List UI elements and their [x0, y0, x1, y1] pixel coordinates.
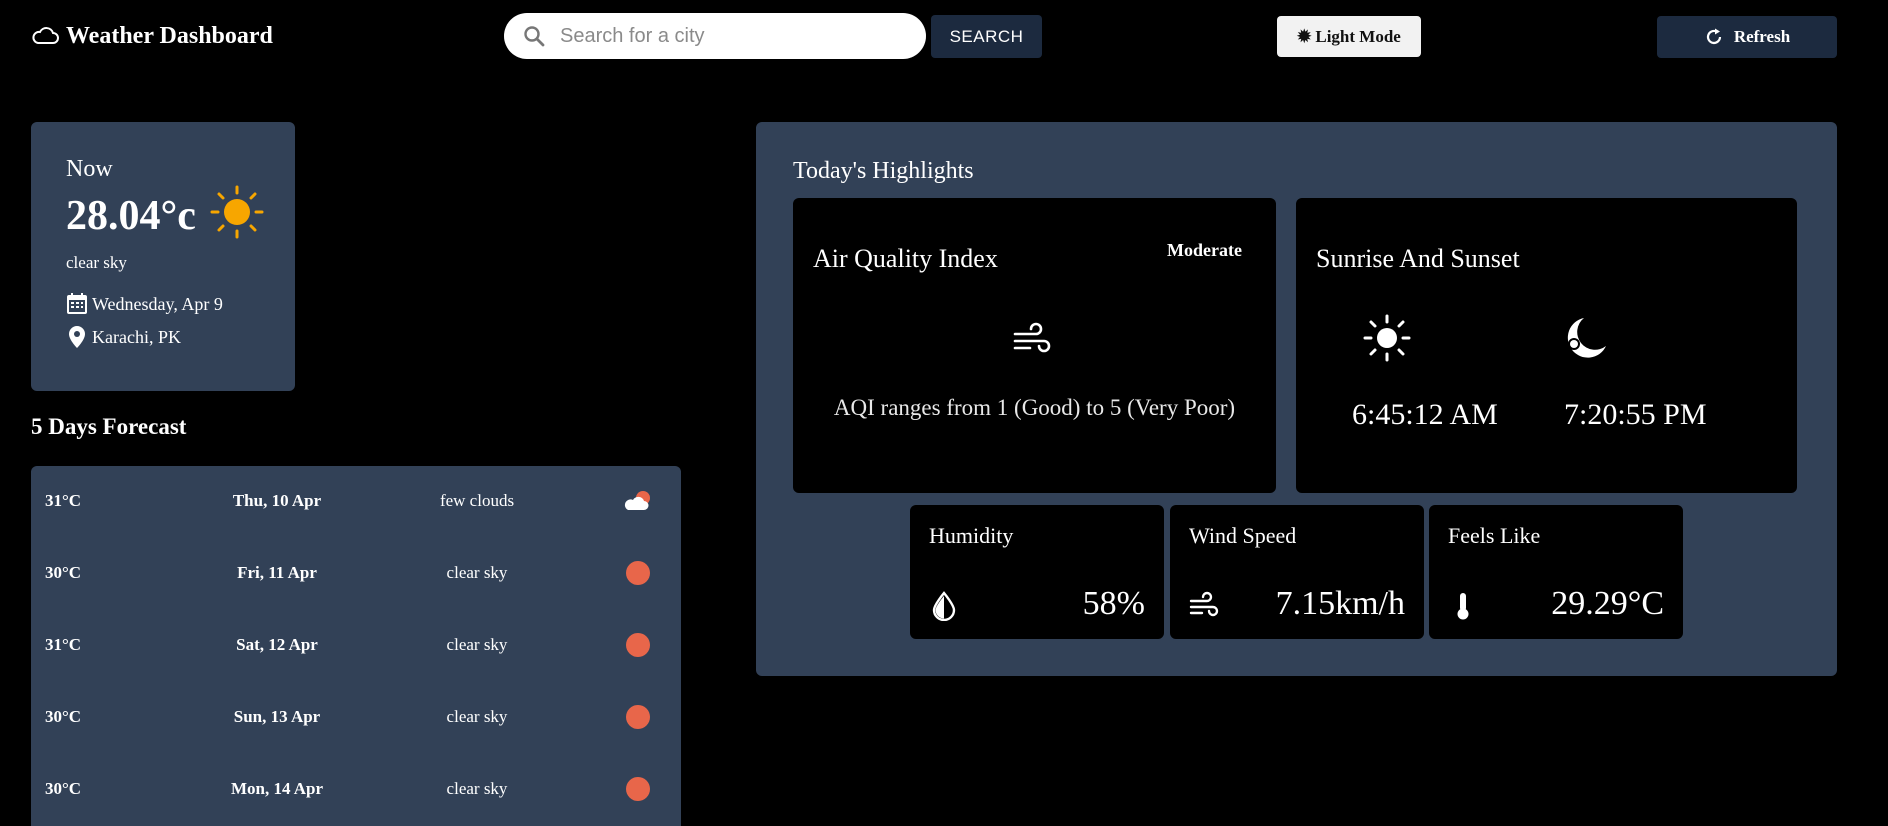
refresh-button[interactable]: Refresh: [1657, 16, 1837, 58]
current-location: Karachi, PK: [92, 326, 181, 347]
light-mode-button[interactable]: ✹ Light Mode: [1277, 16, 1421, 57]
wind-speed-card: Wind Speed 7.15km/h: [1170, 505, 1424, 639]
app-title: Weather Dashboard: [66, 22, 273, 49]
search-icon: [524, 26, 545, 47]
sunrise-time: 6:45:12 AM: [1352, 398, 1498, 431]
forecast-date: Mon, 14 Apr: [230, 779, 324, 798]
app-brand: Weather Dashboard: [30, 18, 273, 54]
refresh-icon: [1706, 28, 1721, 45]
humidity-card: Humidity 58%: [910, 505, 1164, 639]
feels-like-card: Feels Like 29.29°C: [1429, 505, 1683, 639]
forecast-temp: 31°C: [45, 491, 82, 510]
cloud-icon: [32, 27, 59, 44]
current-temperature: 28.04°c: [66, 193, 196, 239]
wind-speed-value: 7.15km/h: [1275, 585, 1405, 622]
forecast-temp: 30°C: [45, 707, 82, 726]
forecast-date: Sat, 12 Apr: [236, 635, 318, 654]
humidity-value: 58%: [1082, 585, 1145, 622]
clear-sky-icon: [626, 633, 650, 657]
current-date: Wednesday, Apr 9: [92, 293, 223, 314]
light-mode-label: Light Mode: [1315, 26, 1401, 46]
forecast-condition: clear sky: [446, 635, 508, 654]
search-input[interactable]: [558, 23, 892, 49]
aqi-badge: Moderate: [1167, 240, 1242, 260]
forecast-row: 30°C Fri, 11 Apr clear sky: [31, 553, 681, 593]
aqi-card: Air Quality Index Moderate AQI ranges fr…: [793, 198, 1276, 493]
search-box[interactable]: [504, 13, 926, 59]
feels-like-label: Feels Like: [1448, 523, 1541, 548]
current-date-row: Wednesday, Apr 9: [66, 292, 223, 316]
forecast-temp: 30°C: [45, 779, 82, 798]
forecast-temp: 31°C: [45, 635, 82, 654]
clear-sky-icon: [626, 561, 650, 585]
forecast-date: Fri, 11 Apr: [237, 563, 317, 582]
few-clouds-icon: [624, 491, 650, 510]
humidity-icon: [932, 591, 956, 621]
wind-icon: [1013, 322, 1051, 353]
aqi-description: AQI ranges from 1 (Good) to 5 (Very Poor…: [833, 395, 1236, 420]
highlights-panel: Today's Highlights Air Quality Index Mod…: [756, 122, 1837, 676]
forecast-row: 31°C Thu, 10 Apr few clouds: [31, 481, 681, 521]
current-location-row: Karachi, PK: [66, 325, 181, 349]
sun-icon: [210, 185, 264, 239]
forecast-date: Sun, 13 Apr: [233, 707, 321, 726]
aqi-title: Air Quality Index: [813, 244, 998, 273]
forecast-temp: 30°C: [45, 563, 82, 582]
forecast-list: 31°C Thu, 10 Apr few clouds 30°C Fri, 11…: [31, 466, 681, 826]
forecast-condition: clear sky: [446, 563, 508, 582]
wind-speed-label: Wind Speed: [1189, 523, 1297, 548]
clear-sky-icon: [626, 705, 650, 729]
forecast-row: 30°C Sun, 13 Apr clear sky: [31, 697, 681, 737]
sunrise-icon: [1363, 314, 1411, 362]
forecast-condition: few clouds: [439, 491, 515, 510]
sunrise-sunset-card: Sunrise And Sunset 6:45:12 AM 7:20:55 PM: [1296, 198, 1797, 493]
feels-like-value: 29.29°C: [1551, 585, 1664, 622]
sunset-time: 7:20:55 PM: [1564, 398, 1707, 431]
humidity-label: Humidity: [929, 523, 1014, 548]
refresh-label: Refresh: [1733, 27, 1791, 46]
forecast-condition: clear sky: [446, 779, 508, 798]
forecast-row: 31°C Sat, 12 Apr clear sky: [31, 625, 681, 665]
calendar-icon: [67, 293, 87, 314]
forecast-date: Thu, 10 Apr: [232, 491, 322, 510]
clear-sky-icon: [626, 777, 650, 801]
forecast-condition: clear sky: [446, 707, 508, 726]
thermometer-icon: [1457, 593, 1469, 620]
now-label: Now: [66, 156, 113, 182]
forecast-title: 5 Days Forecast: [31, 414, 187, 439]
sun-small-icon: ✹: [1297, 26, 1312, 46]
moon-icon: [1567, 318, 1606, 358]
location-pin-icon: [69, 326, 85, 348]
wind-icon: [1189, 591, 1219, 617]
sun-title: Sunrise And Sunset: [1316, 244, 1520, 273]
current-description: clear sky: [66, 253, 127, 272]
search-button[interactable]: SEARCH: [931, 15, 1042, 58]
current-weather-card: Now 28.04°c clear sky Wednesday, Apr 9 K…: [31, 122, 295, 391]
forecast-row: 30°C Mon, 14 Apr clear sky: [31, 769, 681, 809]
highlights-title: Today's Highlights: [793, 158, 974, 184]
